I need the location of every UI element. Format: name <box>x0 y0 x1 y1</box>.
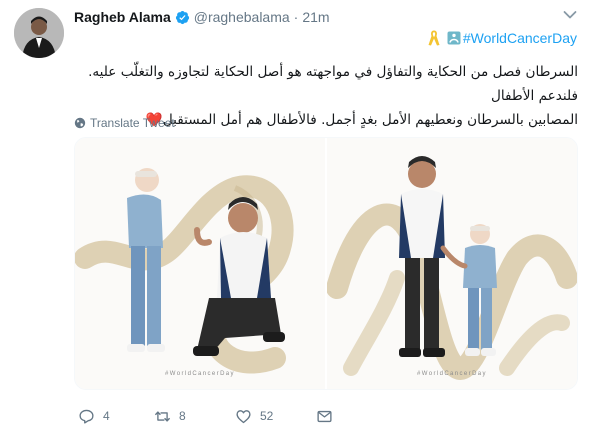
photo-2[interactable]: #WorldCancerDay <box>327 138 577 389</box>
world-cancer-day-hashflag-icon <box>447 31 461 45</box>
reply-button[interactable]: 4 <box>78 408 110 425</box>
avatar[interactable] <box>14 8 64 58</box>
globe-icon <box>74 117 86 129</box>
translate-tweet-link[interactable]: Translate Tweet <box>74 116 175 130</box>
separator-dot: · <box>293 9 299 25</box>
retweet-icon <box>155 410 170 422</box>
chevron-down-icon[interactable] <box>563 10 577 20</box>
media-grid: #WorldCancerDay #WorldCancerDay <box>74 137 578 390</box>
photo-1[interactable]: #WorldCancerDay <box>75 138 325 389</box>
verified-badge-icon <box>175 10 189 24</box>
heart-icon <box>236 409 251 423</box>
hashtag-line: #WorldCancerDay <box>427 29 577 47</box>
like-count: 52 <box>260 409 274 423</box>
photo-2-caption: #WorldCancerDay <box>417 371 487 377</box>
direct-message-button[interactable] <box>316 408 341 425</box>
tweet-header: Ragheb Alama @raghebalama · 21m <box>74 8 330 26</box>
retweet-count: 8 <box>179 409 186 423</box>
yellow-ribbon-icon <box>428 30 440 46</box>
reply-count: 4 <box>103 409 110 423</box>
user-handle[interactable]: @raghebalama <box>194 9 290 25</box>
tweet-text-line-2-content: المصابين بالسرطان ونعطيهم الأمل بغدٍ أجم… <box>162 112 578 128</box>
like-button[interactable]: 52 <box>235 408 273 425</box>
reply-icon <box>79 409 94 424</box>
timestamp[interactable]: 21m <box>302 9 329 25</box>
translate-label: Translate Tweet <box>90 116 175 130</box>
hashtag-link[interactable]: #WorldCancerDay <box>463 30 577 46</box>
tweet-text-line-1: السرطان فصل من الحكاية والتفاؤل في مواجه… <box>88 64 578 104</box>
tweet-actions: 4 8 52 <box>74 406 344 426</box>
photo-2-illustration <box>327 156 577 380</box>
display-name[interactable]: Ragheb Alama <box>74 9 171 25</box>
envelope-icon <box>317 410 332 422</box>
photo-1-illustration <box>75 168 294 374</box>
photo-1-caption: #WorldCancerDay <box>165 371 235 377</box>
tweet-card: Ragheb Alama @raghebalama · 21m #WorldCa… <box>0 0 591 437</box>
retweet-button[interactable]: 8 <box>154 408 186 425</box>
